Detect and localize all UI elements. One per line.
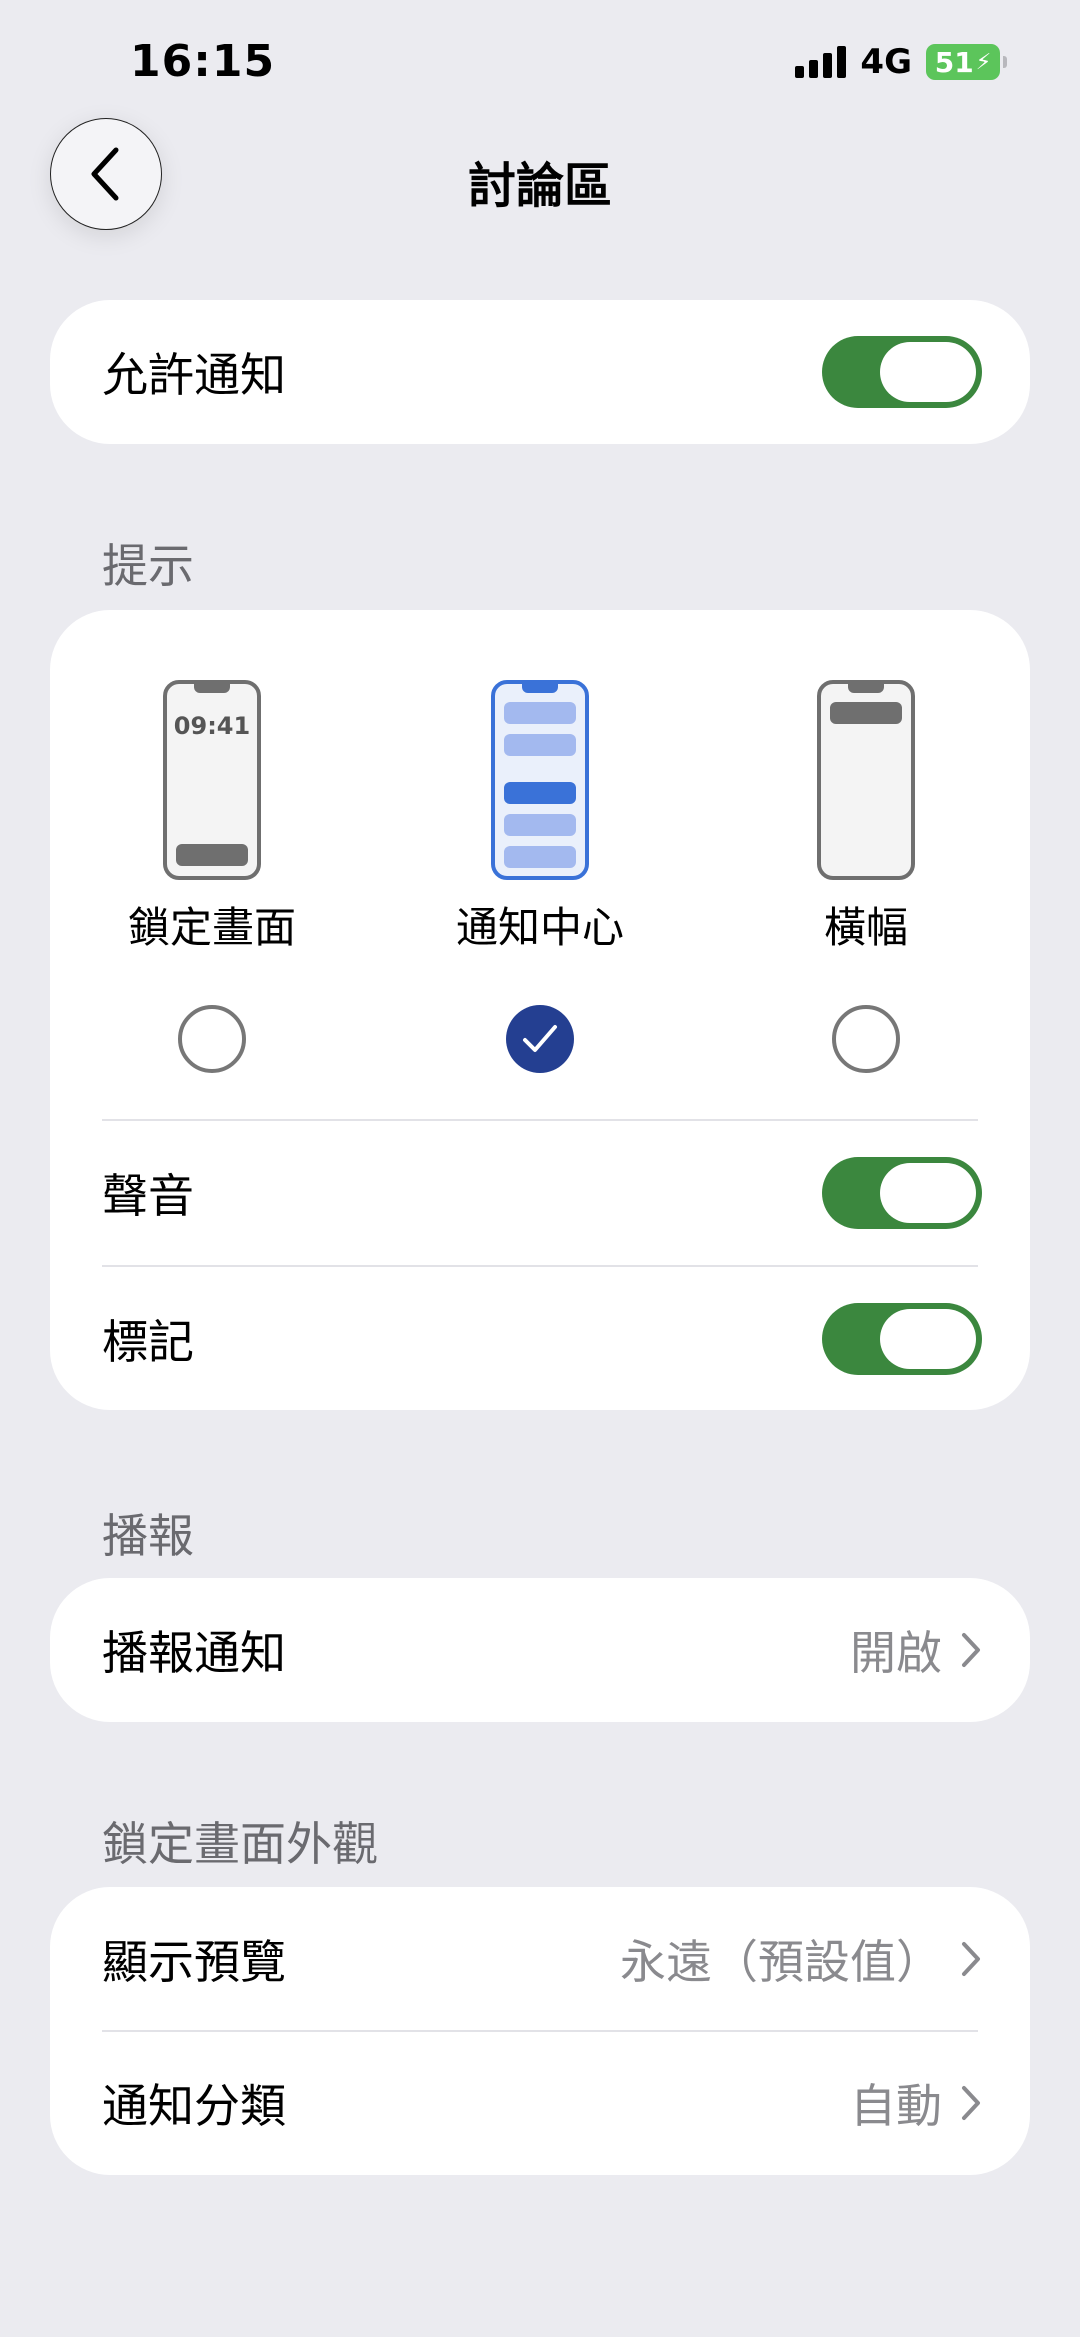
alert-option-notification-center[interactable]: 通知中心 — [390, 680, 690, 1073]
toggle-knob — [880, 1163, 976, 1223]
allow-notifications-toggle[interactable] — [822, 336, 982, 408]
alerts-section-header: 提示 — [102, 539, 194, 593]
notification-bar — [504, 702, 576, 724]
lock-screen-notification-bar — [176, 844, 248, 866]
lock-screen-radio[interactable] — [178, 1005, 246, 1073]
phone-notch — [848, 683, 884, 693]
announce-notifications-row[interactable]: 播報通知 開啟 — [50, 1578, 1030, 1722]
alert-option-label: 橫幅 — [823, 903, 908, 952]
show-previews-label: 顯示預覽 — [102, 1935, 286, 1989]
status-indicators: 4G 51 ⚡ — [795, 42, 1007, 82]
announce-notifications-label: 播報通知 — [102, 1626, 286, 1680]
chevron-right-icon — [960, 2084, 982, 2122]
toggle-knob — [880, 1309, 976, 1369]
battery-level: 51 — [934, 45, 974, 79]
notification-bar — [504, 782, 576, 804]
network-type: 4G — [860, 42, 912, 82]
banners-radio[interactable] — [832, 1005, 900, 1073]
phone-notch — [522, 683, 558, 693]
badges-label: 標記 — [102, 1315, 194, 1369]
phone-notch — [194, 683, 230, 693]
notification-grouping-label: 通知分類 — [102, 2079, 286, 2133]
allow-notifications-card: 允許通知 — [50, 300, 1030, 444]
alert-option-label: 通知中心 — [455, 903, 624, 952]
notification-center-radio[interactable] — [506, 1005, 574, 1073]
notification-grouping-row[interactable]: 通知分類 自動 — [50, 2031, 1030, 2175]
status-time: 16:15 — [130, 36, 276, 87]
battery-icon: 51 ⚡ — [926, 44, 1007, 80]
page-title: 討論區 — [467, 158, 612, 214]
chevron-right-icon — [960, 1940, 982, 1978]
announce-notifications-value: 開啟 — [850, 1626, 942, 1680]
banner-bar — [830, 702, 902, 724]
sounds-label: 聲音 — [102, 1169, 194, 1223]
alert-option-banners[interactable]: 橫幅 — [716, 680, 1016, 1073]
chevron-right-icon — [960, 1631, 982, 1669]
notification-bar — [504, 814, 576, 836]
announce-card: 播報通知 開啟 — [50, 1578, 1030, 1722]
sounds-toggle[interactable] — [822, 1157, 982, 1229]
lock-screen-phone-icon: 09:41 — [163, 680, 261, 880]
lock-screen-appearance-card: 顯示預覽 永遠（預設值） 通知分類 自動 — [50, 1887, 1030, 2175]
banner-phone-icon — [817, 680, 915, 880]
alerts-card: 09:41 鎖定畫面 通知中心 橫幅 聲音 標記 — [50, 610, 1030, 1410]
toggle-knob — [880, 342, 976, 402]
notification-bar — [504, 734, 576, 756]
announce-section-header: 播報 — [102, 1509, 194, 1563]
phone-clock: 09:41 — [173, 712, 251, 740]
lock-screen-appearance-header: 鎖定畫面外觀 — [102, 1817, 378, 1871]
notification-center-phone-icon — [491, 680, 589, 880]
cellular-signal-icon — [795, 46, 847, 78]
notification-settings-page: 16:15 4G 51 ⚡ 討論區 允許通知 提示 09:41 鎖定畫面 通知中… — [0, 0, 1080, 2337]
show-previews-value: 永遠（預設值） — [620, 1935, 942, 1989]
checkmark-icon — [523, 1025, 557, 1052]
alert-option-label: 鎖定畫面 — [127, 903, 296, 952]
notification-bar — [504, 846, 576, 868]
charging-bolt-icon: ⚡ — [975, 49, 992, 75]
alert-option-lock-screen[interactable]: 09:41 鎖定畫面 — [62, 680, 362, 1073]
allow-notifications-row: 允許通知 — [50, 300, 1030, 444]
badges-row: 標記 — [50, 1267, 1030, 1411]
sounds-row: 聲音 — [50, 1121, 1030, 1265]
notification-grouping-value: 自動 — [850, 2079, 942, 2133]
allow-notifications-label: 允許通知 — [102, 348, 286, 402]
show-previews-row[interactable]: 顯示預覽 永遠（預設值） — [50, 1887, 1030, 2031]
badges-toggle[interactable] — [822, 1303, 982, 1375]
